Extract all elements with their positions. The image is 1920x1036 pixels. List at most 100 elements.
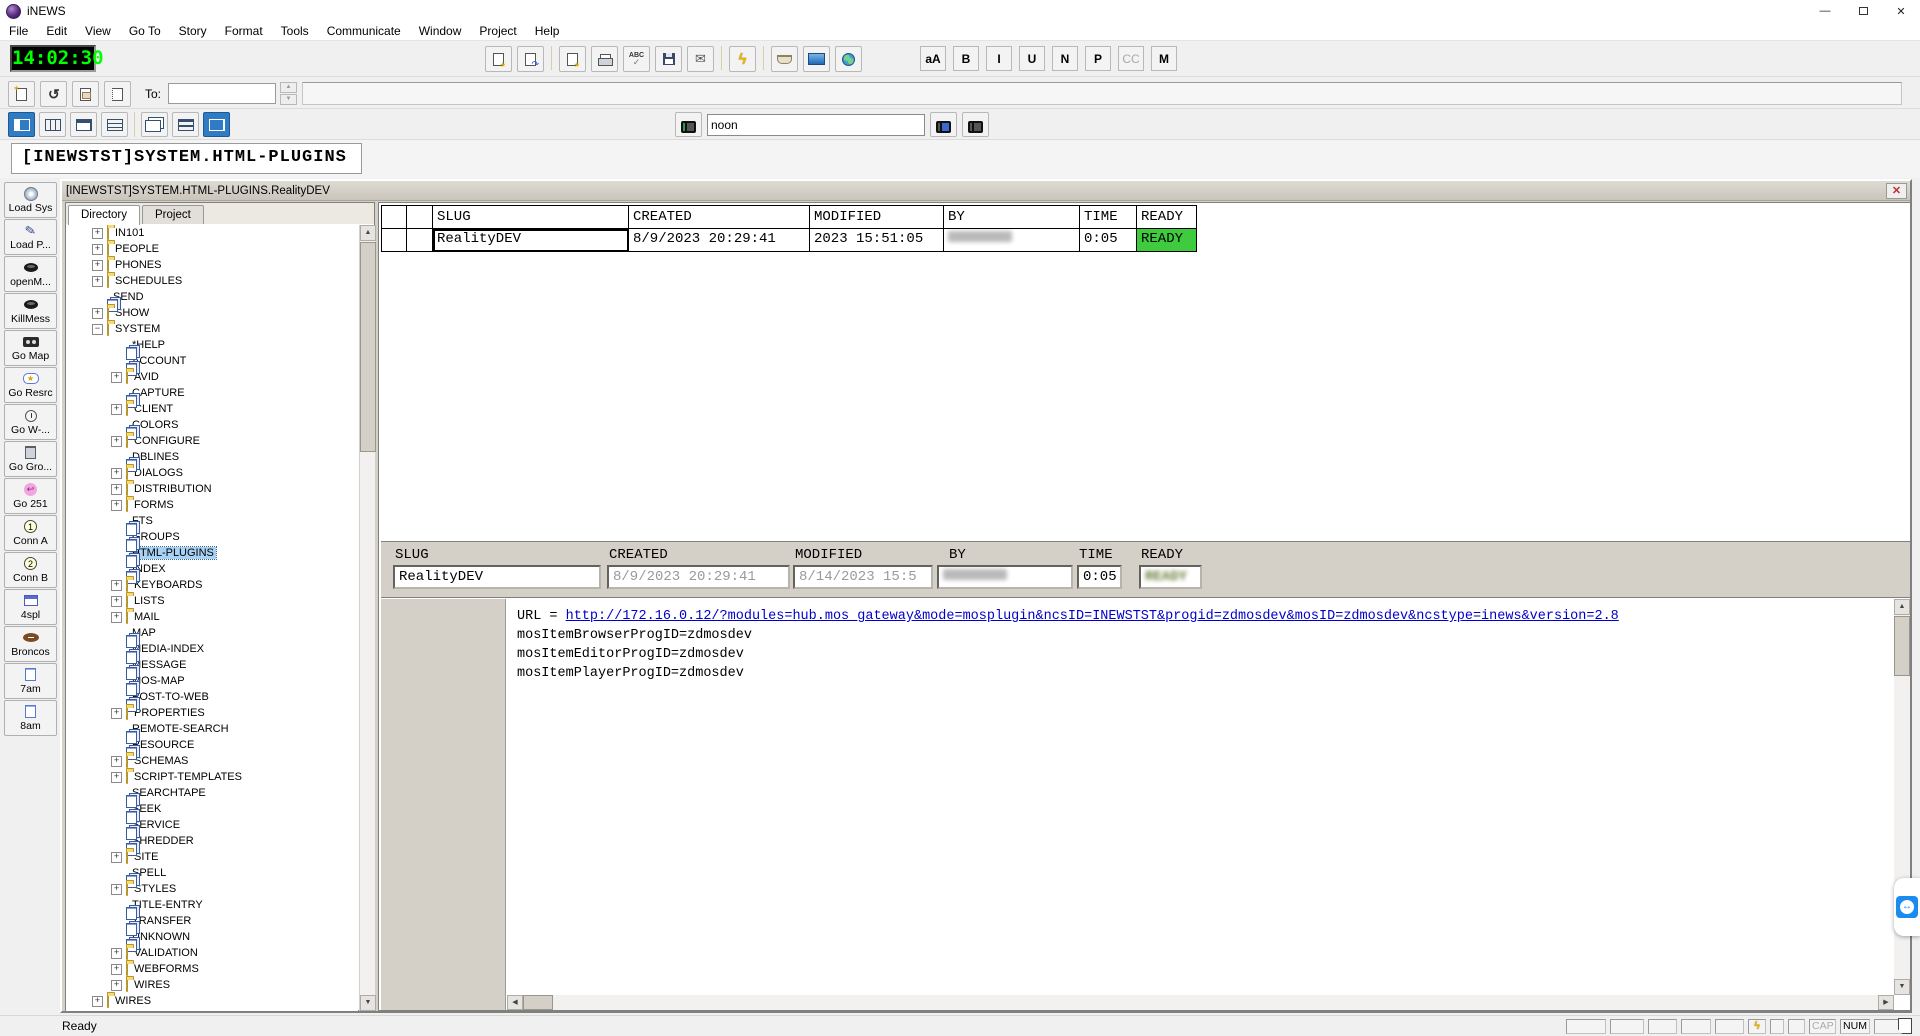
tree-item-account[interactable]: ACCOUNT — [66, 353, 358, 369]
form-field-modified[interactable]: 8/14/2023 15:5 — [793, 565, 933, 589]
search-all-button[interactable] — [675, 112, 702, 137]
shortcut-conn-a[interactable]: 1Conn A — [4, 515, 57, 551]
scroll-down-icon[interactable]: ▼ — [1894, 979, 1910, 995]
layout-two-pane-button[interactable] — [70, 112, 97, 137]
shortcut-go-resrc[interactable]: ★Go Resrc — [4, 367, 57, 403]
goto-window-button[interactable] — [517, 46, 544, 72]
format-presenter-button[interactable]: P — [1085, 46, 1111, 71]
tree-item-fts[interactable]: FTS — [66, 513, 358, 529]
menu-project[interactable]: Project — [470, 22, 525, 40]
tree-item-searchtape[interactable]: SEARCHTAPE — [66, 785, 358, 801]
tree-scrollbar[interactable]: ▲ ▼ — [359, 225, 375, 1011]
scroll-left-icon[interactable]: ◀ — [507, 995, 523, 1010]
expand-plus-icon[interactable]: + — [111, 468, 122, 479]
paste-story-button[interactable] — [104, 81, 131, 107]
tree-item-client[interactable]: +CLIENT — [66, 401, 358, 417]
cell-slug[interactable]: RealityDEV — [433, 229, 629, 252]
column-header-ready[interactable]: READY — [1137, 205, 1197, 229]
expand-plus-icon[interactable]: + — [92, 260, 103, 271]
expand-plus-icon[interactable]: + — [111, 772, 122, 783]
tree-item-schedules[interactable]: +SCHEDULES — [66, 273, 358, 289]
queue-close-button[interactable]: ✕ — [1886, 183, 1907, 199]
tree-item-post-to-web[interactable]: POST-TO-WEB — [66, 689, 358, 705]
shortcut-broncos[interactable]: Broncos — [4, 626, 57, 662]
expand-plus-icon[interactable]: + — [111, 484, 122, 495]
tree-item-webforms[interactable]: +WEBFORMS — [66, 961, 358, 977]
tree-item-properties[interactable]: +PROPERTIES — [66, 705, 358, 721]
maximize-button[interactable] — [1844, 0, 1882, 22]
scroll-up-icon[interactable]: ▲ — [1894, 599, 1910, 615]
collapse-minus-icon[interactable]: − — [92, 324, 103, 335]
search-again-button[interactable] — [930, 112, 957, 137]
tree-item-styles[interactable]: +STYLES — [66, 881, 358, 897]
mos-gateway-link[interactable]: http://172.16.0.12/?modules=hub.mos_gate… — [566, 609, 1619, 624]
tree-item-distribution[interactable]: +DISTRIBUTION — [66, 481, 358, 497]
tree-item-groups[interactable]: GROUPS — [66, 529, 358, 545]
layout-three-pane-button[interactable] — [39, 112, 66, 137]
expand-plus-icon[interactable]: + — [111, 436, 122, 447]
urgent-message-button[interactable]: ϟ — [729, 46, 756, 72]
scroll-thumb[interactable] — [360, 242, 376, 452]
tree-item-remote-search[interactable]: REMOTE-SEARCH — [66, 721, 358, 737]
form-field-by[interactable] — [937, 565, 1073, 589]
tree-item-lists[interactable]: +LISTS — [66, 593, 358, 609]
expand-plus-icon[interactable]: + — [92, 244, 103, 255]
tree-item-message[interactable]: MESSAGE — [66, 657, 358, 673]
cell-created[interactable]: 8/9/2023 20:29:41 — [629, 229, 810, 252]
form-field-created[interactable]: 8/9/2023 20:29:41 — [607, 565, 790, 589]
tree-item-colors[interactable]: COLORS — [66, 417, 358, 433]
tree-item-system[interactable]: −SYSTEM — [66, 321, 358, 337]
expand-plus-icon[interactable]: + — [92, 228, 103, 239]
media-panel-button[interactable] — [803, 46, 830, 72]
spinner-down-icon[interactable]: ▼ — [280, 94, 297, 105]
spell-check-button[interactable]: ABC✓ — [623, 46, 650, 72]
tree-item-forms[interactable]: +FORMS — [66, 497, 358, 513]
tree-item-map[interactable]: MAP — [66, 625, 358, 641]
find-button[interactable] — [962, 112, 989, 137]
tree-item-people[interactable]: +PEOPLE — [66, 241, 358, 257]
story-body[interactable]: URL = http://172.16.0.12/?modules=hub.mo… — [507, 599, 1894, 995]
scroll-down-icon[interactable]: ▼ — [360, 995, 376, 1011]
scroll-up-icon[interactable]: ▲ — [360, 225, 376, 241]
menu-file[interactable]: File — [0, 22, 37, 40]
menu-window[interactable]: Window — [410, 22, 471, 40]
shortcut-killmess[interactable]: KillMess — [4, 293, 57, 329]
layout-list-button[interactable] — [172, 112, 199, 137]
expand-plus-icon[interactable]: + — [111, 884, 122, 895]
menu-story[interactable]: Story — [170, 22, 216, 40]
expand-plus-icon[interactable]: + — [111, 500, 122, 511]
menu-communicate[interactable]: Communicate — [318, 22, 410, 40]
minimize-button[interactable]: — — [1806, 0, 1844, 22]
tree-item-wires[interactable]: +WIRES — [66, 977, 358, 993]
shortcut-7am[interactable]: 7am — [4, 663, 57, 699]
shortcut-go-gro[interactable]: Go Gro... — [4, 441, 57, 477]
cell-time[interactable]: 0:05 — [1080, 229, 1137, 252]
format-underline-button[interactable]: U — [1019, 46, 1045, 71]
row-gutter[interactable] — [381, 229, 407, 252]
tab-project[interactable]: Project — [142, 205, 204, 224]
message-basket-button[interactable] — [771, 46, 798, 72]
tree-item-help[interactable]: *HELP — [66, 337, 358, 353]
expand-plus-icon[interactable]: + — [111, 756, 122, 767]
layout-directory-button[interactable] — [8, 112, 35, 137]
expand-plus-icon[interactable]: + — [111, 852, 122, 863]
remote-control-popout[interactable]: ↔ — [1894, 878, 1920, 936]
format-italic-button[interactable]: I — [986, 46, 1012, 71]
expand-plus-icon[interactable]: + — [111, 580, 122, 591]
tree-item-mos-map[interactable]: MOS-MAP — [66, 673, 358, 689]
tree-item-unknown[interactable]: UNKNOWN — [66, 929, 358, 945]
form-field-time[interactable]: 0:05 — [1077, 565, 1122, 589]
column-header-time[interactable]: TIME — [1080, 205, 1137, 229]
menu-edit[interactable]: Edit — [37, 22, 76, 40]
tree-item-seek[interactable]: SEEK — [66, 801, 358, 817]
tree-item-script-templates[interactable]: +SCRIPT-TEMPLATES — [66, 769, 358, 785]
expand-plus-icon[interactable]: + — [92, 996, 103, 1007]
shortcut-load-sys[interactable]: Load Sys — [4, 182, 57, 218]
tree-item-wires[interactable]: +WIRES — [66, 993, 358, 1009]
to-spinner[interactable]: ▲ ▼ — [280, 82, 297, 105]
tree-item-validation[interactable]: +VALIDATION — [66, 945, 358, 961]
tree-item-resource[interactable]: RESOURCE — [66, 737, 358, 753]
print-button[interactable] — [591, 46, 618, 72]
shortcut-conn-b[interactable]: 2Conn B — [4, 552, 57, 588]
open-rundown-button[interactable] — [485, 46, 512, 72]
